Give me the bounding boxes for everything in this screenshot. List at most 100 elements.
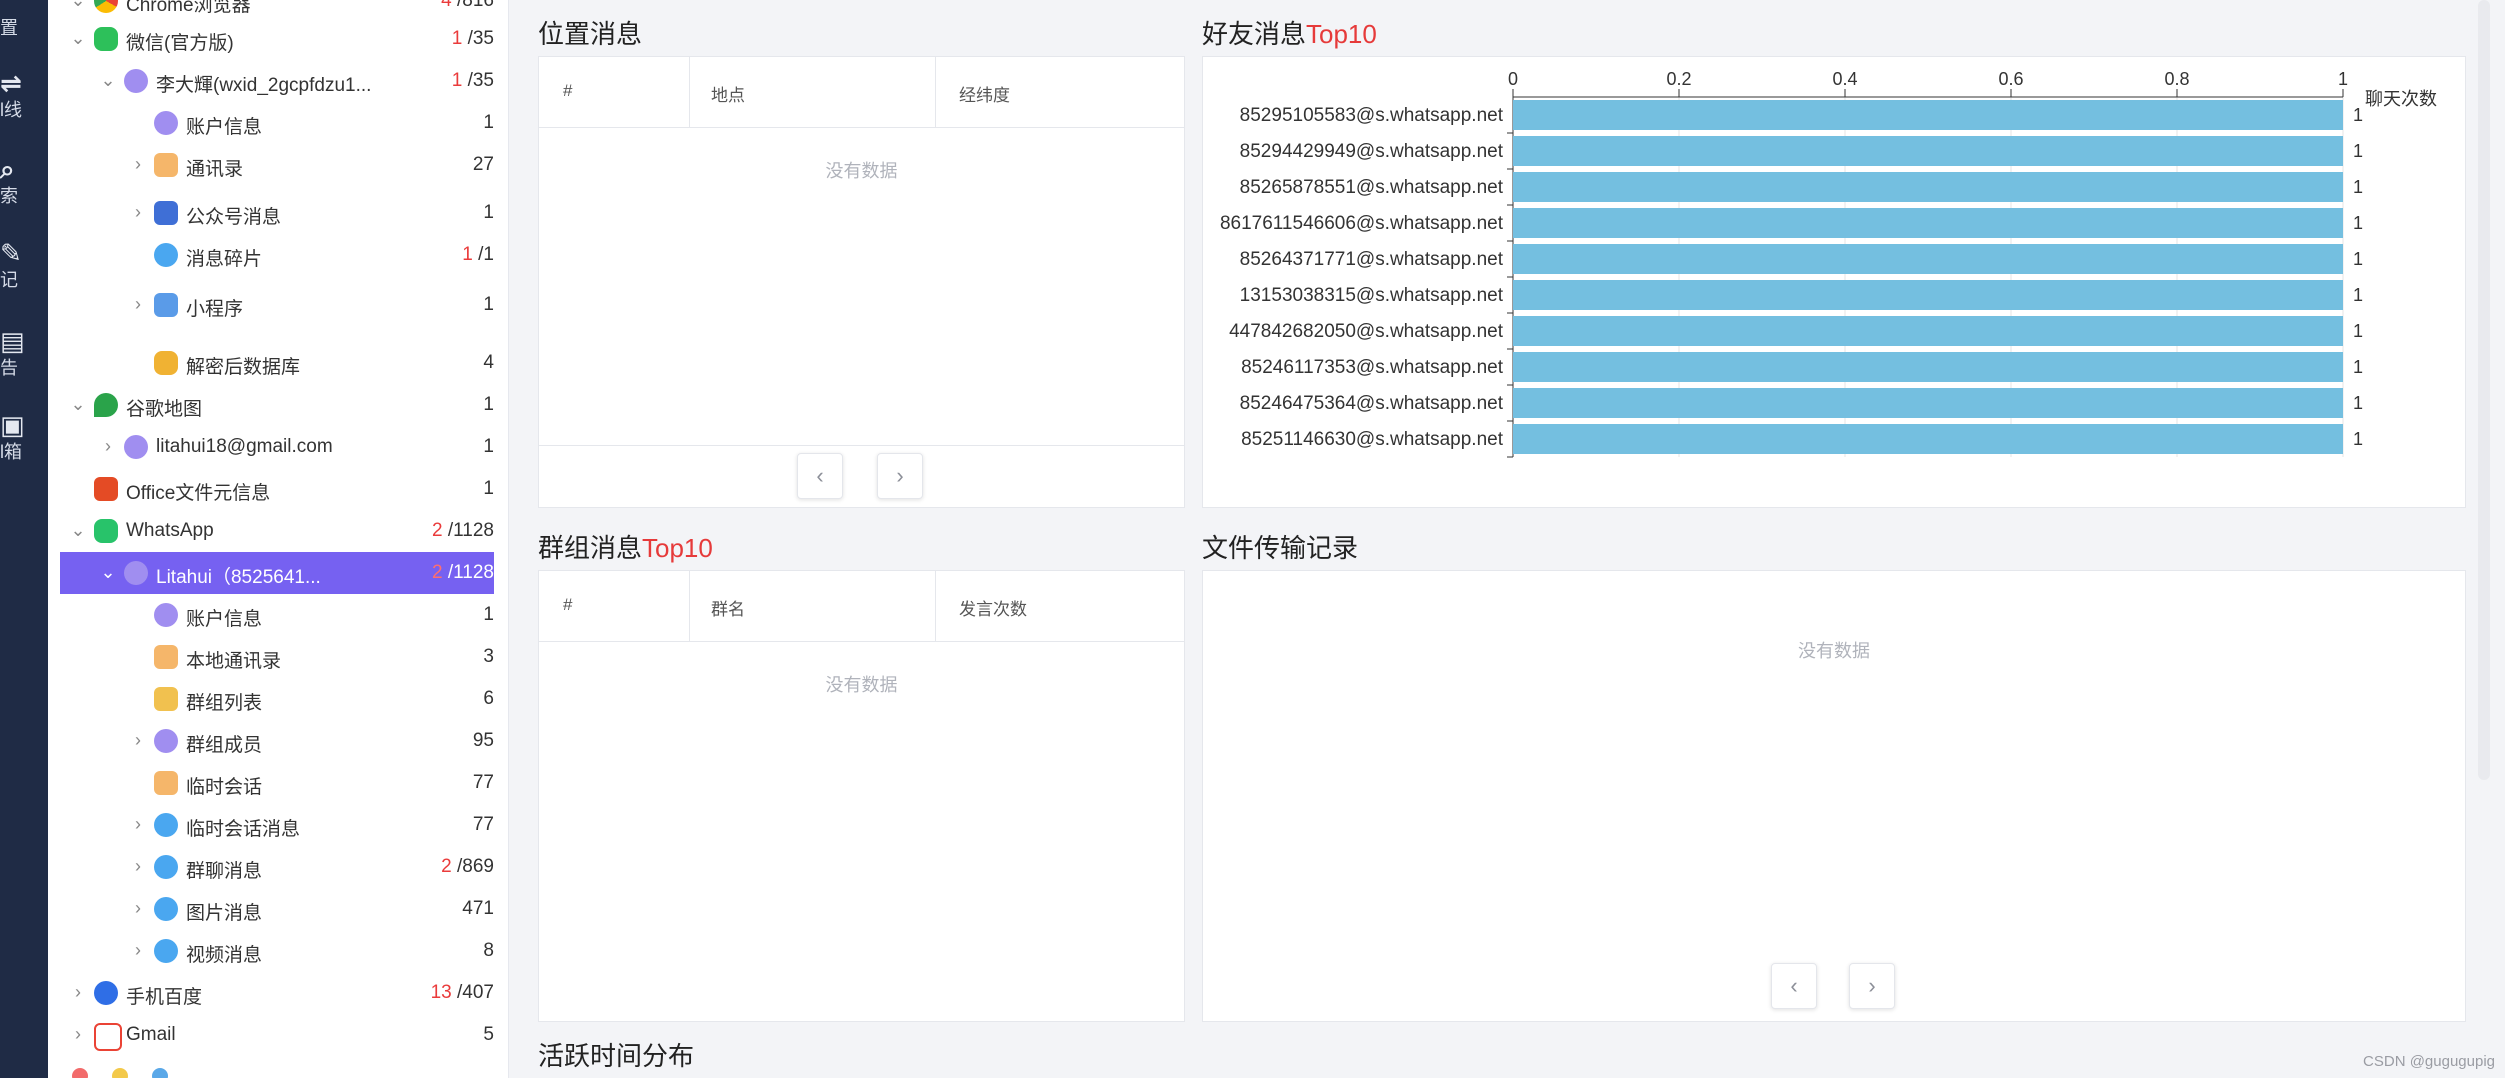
tree-row[interactable]: 消息碎片 1 /1	[60, 234, 494, 276]
nav-item-4[interactable]: ▤ 告	[0, 320, 48, 380]
total-count: 4	[483, 352, 494, 373]
chevron-right-icon[interactable]: ›	[68, 1024, 88, 1044]
page-scrollbar[interactable]	[2478, 0, 2490, 780]
unread-count: 1	[451, 28, 463, 49]
col-group-name: 群名	[711, 600, 745, 619]
col-place: 地点	[711, 86, 745, 105]
nav-icon: ✎	[0, 238, 22, 268]
tree-row[interactable]: ⌄ WhatsApp 2 /1128	[60, 510, 494, 552]
tree-row-count: 1	[384, 394, 494, 416]
nav-item-3[interactable]: ✎ 记	[0, 232, 48, 292]
chevron-right-icon[interactable]: ›	[128, 898, 148, 918]
chevron-right-icon[interactable]: ›	[128, 154, 148, 174]
chevron-right-icon[interactable]: ›	[128, 202, 148, 222]
tree-row[interactable]: 账户信息 1	[60, 102, 494, 144]
friends-title: 好友消息Top10	[1202, 14, 1377, 51]
chevron-right-icon[interactable]: ›	[98, 436, 118, 456]
location-next-button[interactable]: ›	[877, 453, 923, 499]
tree-row-count: 3	[384, 646, 494, 668]
tree-row[interactable]: › 公众号消息 1	[60, 192, 494, 234]
tree-row[interactable]: › 临时会话消息 77	[60, 804, 494, 846]
x-axis-title: 聊天次数	[2365, 89, 2437, 109]
nav-item-1[interactable]: ⇌ l线	[0, 62, 48, 122]
groups-table-header: # 群名 发言次数	[539, 571, 1184, 642]
tree-row[interactable]: 账户信息 1	[60, 594, 494, 636]
tree-row[interactable]: › 视频消息 8	[60, 930, 494, 972]
chevron-right-icon[interactable]: ›	[128, 940, 148, 960]
nav-item-2[interactable]: ⌕ 索	[0, 148, 48, 208]
data-label: 1	[2353, 357, 2363, 377]
category-label: 13153038315@s.whatsapp.net	[1240, 285, 1504, 306]
total-count: /1128	[447, 520, 494, 541]
bar	[1513, 388, 2343, 418]
tree-row[interactable]: › 群组成员 95	[60, 720, 494, 762]
chevron-down-icon[interactable]: ⌄	[68, 394, 88, 414]
nav-label: 索	[0, 186, 18, 206]
files-next-button[interactable]: ›	[1849, 963, 1895, 1009]
nav-item-5[interactable]: ▣ l箱	[0, 404, 48, 464]
tree-row[interactable]: 解密后数据库 4	[60, 342, 494, 384]
tree-row[interactable]: › 手机百度 13 /407	[60, 972, 494, 1014]
phone-icon	[154, 645, 178, 669]
category-label: 85294429949@s.whatsapp.net	[1240, 141, 1504, 162]
tree-row[interactable]: › 群聊消息 2 /869	[60, 846, 494, 888]
bubble-icon	[154, 855, 178, 879]
chevron-down-icon[interactable]: ⌄	[98, 562, 118, 582]
total-count: 1	[483, 202, 494, 223]
tree-row[interactable]: › 通讯录 27	[60, 144, 494, 186]
chevron-down-icon[interactable]: ⌄	[68, 0, 88, 10]
tree-row[interactable]: ⌄ 李大輝(wxid_2gcpfdzu1... 1 /35	[60, 60, 494, 102]
chevron-right-icon[interactable]: ›	[128, 856, 148, 876]
person-icon	[154, 603, 178, 627]
tree-row[interactable]: › Gmail 5	[60, 1014, 494, 1056]
tree-row[interactable]: 群组列表 6	[60, 678, 494, 720]
tree-row[interactable]: 临时会话 77	[60, 762, 494, 804]
tree-row-label: 临时会话消息	[186, 819, 301, 840]
tree-row[interactable]: 本地通讯录 3	[60, 636, 494, 678]
bar	[1513, 244, 2343, 274]
yellow-dot	[112, 1068, 128, 1078]
tree-row-label: 账户信息	[186, 117, 263, 138]
total-count: 471	[462, 898, 494, 919]
tree-row[interactable]: ⌄ 谷歌地图 1	[60, 384, 494, 426]
category-label: 85264371771@s.whatsapp.net	[1240, 249, 1504, 270]
chevron-right-icon[interactable]: ›	[128, 814, 148, 834]
total-count: 77	[472, 814, 494, 835]
location-prev-button[interactable]: ‹	[797, 453, 843, 499]
groups-title: 群组消息Top10	[538, 528, 713, 565]
tree-row-count: 6	[384, 688, 494, 710]
tree-row[interactable]: ⌄ Litahui（8525641... 2 /1128	[60, 552, 494, 594]
chevron-down-icon[interactable]: ⌄	[68, 520, 88, 540]
tree-row[interactable]: Office文件元信息 1	[60, 468, 494, 510]
tree-row-count: 1	[384, 112, 494, 134]
chevron-down-icon[interactable]: ⌄	[98, 70, 118, 90]
evidence-tree: ⌄ Chrome浏览器 4 /816 ⌄ 微信(官方版) 1 /35 ⌄ 李大輝(wxid_2…	[48, 0, 509, 1078]
tree-row[interactable]: › 小程序 1	[60, 284, 494, 326]
tree-row[interactable]: › litahui18@gmail.com 1	[60, 426, 494, 468]
tree-row[interactable]: ⌄ 微信(官方版) 1 /35	[60, 18, 494, 60]
tree-row-label: 账户信息	[186, 609, 263, 630]
nav-icon: ▣	[0, 410, 25, 440]
chevron-right-icon[interactable]: ›	[128, 730, 148, 750]
tree-row-count: 1 /1	[384, 244, 494, 266]
bubble-icon	[154, 813, 178, 837]
tree-row-label: Chrome浏览器	[126, 0, 251, 16]
total-count: 6	[483, 688, 494, 709]
files-prev-button[interactable]: ‹	[1771, 963, 1817, 1009]
tree-row-label: Office文件元信息	[126, 483, 271, 504]
tree-row[interactable]: › 图片消息 471	[60, 888, 494, 930]
tree-row-label: 手机百度	[126, 987, 203, 1008]
chevron-right-icon[interactable]: ›	[68, 982, 88, 1002]
unread-count: 13	[430, 982, 452, 1003]
chevron-down-icon[interactable]: ⌄	[68, 28, 88, 48]
left-nav: ⌃ 置 ⇌ l线 ⌕ 索 ✎ 记 ▤ 告 ▣ l箱	[0, 0, 48, 1078]
total-count: 1	[483, 436, 494, 457]
nav-item-0[interactable]: ⌃ 置	[0, 0, 48, 40]
friends-chart-card: 0 0.2 0.4 0.6 0.8 1 聊天次数 85295105583@s.whatsapp…	[1202, 56, 2466, 508]
chevron-right-icon[interactable]: ›	[128, 294, 148, 314]
baidu-icon	[94, 981, 118, 1005]
bubble-icon	[154, 939, 178, 963]
total-count: 5	[483, 1024, 494, 1045]
data-label: 1	[2353, 105, 2363, 125]
tree-row-label: 消息碎片	[186, 249, 263, 270]
